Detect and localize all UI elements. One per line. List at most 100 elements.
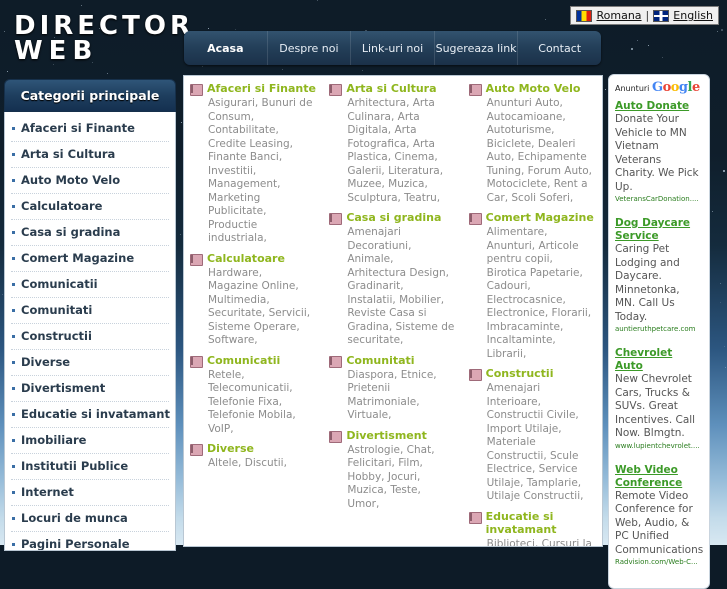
ad-url[interactable]: www.lupientchevrolet.... <box>615 441 703 451</box>
category-block: Constructii Amenajari Interioare, Constru… <box>468 367 596 504</box>
sidebar-item-pagini-personale[interactable]: Pagini Personale <box>11 532 169 550</box>
category-link[interactable]: Comunicatii <box>190 353 317 368</box>
category-link[interactable]: Diverse <box>190 442 317 456</box>
category-block: Auto Moto Velo Anunturi Auto, Autocamioan… <box>468 82 596 205</box>
uk-flag-icon <box>653 9 670 22</box>
category-title: Comert Magazine <box>485 211 594 224</box>
category-subcategories[interactable]: Amenajari Interioare, Constructii Civile… <box>469 382 596 504</box>
category-subcategories[interactable]: Arhitectura, Arta Culinara, Arta Digital… <box>329 97 456 205</box>
ad-title-link[interactable]: Chevrolet Auto <box>615 347 703 373</box>
folder-icon <box>468 511 482 524</box>
ads-header: Anunturi Google <box>615 80 703 95</box>
sidebar-item-institutii-publice[interactable]: Institutii Publice <box>11 454 169 480</box>
nav-item-contact[interactable]: Contact <box>518 31 601 65</box>
folder-icon <box>190 253 203 266</box>
category-link[interactable]: Constructii <box>468 367 596 381</box>
ad-url[interactable]: auntieruthpetcare.com <box>615 324 703 334</box>
category-block: Diverse Altele, Discutii, <box>190 442 317 471</box>
folder-icon <box>190 443 203 456</box>
ad-item: Auto Donate Donate Your Vehicle to MN Vie… <box>615 100 703 204</box>
sidebar-item-divertisment[interactable]: Divertisment <box>11 376 169 402</box>
sidebar-item-afaceri-si-finante[interactable]: Afaceri si Finante <box>11 116 169 142</box>
ad-description: Caring Pet Lodging and Daycare. Minneton… <box>615 243 680 323</box>
nav-item-acasa[interactable]: Acasa <box>184 31 268 65</box>
ads-list: Auto Donate Donate Your Vehicle to MN Vie… <box>615 100 703 567</box>
category-link[interactable]: Arta si Cultura <box>329 82 456 96</box>
ad-item: Chevrolet Auto New Chevrolet Cars, Trucks… <box>615 347 703 451</box>
categories-sidebar: Categorii principale Afaceri si Finante A… <box>4 79 176 551</box>
category-link[interactable]: Calculatoare <box>190 252 317 266</box>
category-title: Educatie si invatamant <box>485 509 557 536</box>
folder-icon <box>329 355 343 368</box>
category-block: Comert Magazine Alimentare, Anunturi, Art… <box>468 211 596 361</box>
category-directory-panel: Afaceri si Finante Asigurari, Bunuri de C… <box>183 75 603 547</box>
category-subcategories[interactable]: Diaspora, Etnice, Prietenii Matrimoniale… <box>329 369 456 423</box>
nav-item-sugereaza-link[interactable]: Sugereaza link <box>435 31 519 65</box>
category-title: Casa si gradina <box>346 211 442 224</box>
sidebar-item-constructii[interactable]: Constructii <box>11 324 169 350</box>
category-link[interactable]: Auto Moto Velo <box>468 82 596 96</box>
folder-icon <box>190 355 203 368</box>
category-title: Auto Moto Velo <box>485 82 581 95</box>
category-link[interactable]: Comunitati <box>329 354 456 368</box>
category-column: Afaceri si Finante Asigurari, Bunuri de C… <box>184 76 323 546</box>
category-subcategories[interactable]: Hardware, Magazine Online, Multimedia, S… <box>190 267 317 348</box>
folder-icon <box>329 83 343 96</box>
folder-icon <box>468 212 482 225</box>
category-subcategories[interactable]: Altele, Discutii, <box>190 457 317 471</box>
category-block: Casa si gradina Amenajari Decoratiuni, An… <box>329 211 456 348</box>
nav-item-link-uri-noi[interactable]: Link-uri noi <box>351 31 435 65</box>
sidebar-item-auto-moto-velo[interactable]: Auto Moto Velo <box>11 168 169 194</box>
folder-icon <box>468 368 482 381</box>
category-block: Comunicatii Retele, Telecomunicatii, Tele… <box>190 354 317 437</box>
category-block: Afaceri si Finante Asigurari, Bunuri de C… <box>190 82 317 246</box>
category-subcategories[interactable]: Anunturi Auto, Autocamioane, Autoturisme… <box>469 97 596 205</box>
ad-title-link[interactable]: Web Video Conference <box>615 464 703 490</box>
category-link[interactable]: Divertisment <box>329 428 456 443</box>
site-logo[interactable]: DIRECTOR WEB <box>14 13 194 64</box>
folder-icon <box>329 430 343 443</box>
language-separator: | <box>645 9 650 22</box>
ad-item: Dog Daycare Service Caring Pet Lodging an… <box>615 217 703 334</box>
sidebar-item-casa-si-gradina[interactable]: Casa si gradina <box>11 220 169 246</box>
sidebar-item-internet[interactable]: Internet <box>11 480 169 506</box>
category-title: Divertisment <box>346 428 427 442</box>
category-subcategories[interactable]: Biblioteci, Cursuri la distanta, Gradini… <box>469 538 596 547</box>
language-english-link[interactable]: English <box>673 9 713 22</box>
category-subcategories[interactable]: Asigurari, Bunuri de Consum, Contabilita… <box>190 97 317 246</box>
ads-header-label: Anunturi <box>615 84 650 93</box>
category-link[interactable]: Comert Magazine <box>468 211 596 225</box>
category-title: Diverse <box>207 442 254 455</box>
google-ads-panel: Anunturi Google Auto Donate Donate Your V… <box>608 74 710 589</box>
sidebar-item-educatie-si-invatamant[interactable]: Educatie si invatamant <box>11 402 170 428</box>
category-subcategories[interactable]: Astrologie, Chat, Felicitari, Film, Hobb… <box>329 444 456 512</box>
category-subcategories[interactable]: Retele, Telecomunicatii, Telefonie Fixa,… <box>190 369 317 437</box>
language-selector[interactable]: Romana | English <box>570 6 719 25</box>
sidebar-item-locuri-de-munca[interactable]: Locuri de munca <box>11 506 169 532</box>
language-romana-link[interactable]: Romana <box>596 9 641 22</box>
main-navigation[interactable]: Acasa Despre noi Link-uri noi Sugereaza lin… <box>184 31 601 65</box>
category-title: Comunicatii <box>207 353 281 367</box>
category-subcategories[interactable]: Amenajari Decoratiuni, Animale, Arhitect… <box>329 226 456 348</box>
sidebar-title: Categorii principale <box>4 79 176 112</box>
ad-title-link[interactable]: Dog Daycare Service <box>615 217 703 243</box>
category-link[interactable]: Afaceri si Finante <box>190 82 317 96</box>
nav-item-despre-noi[interactable]: Despre noi <box>268 31 352 65</box>
category-block: Arta si Cultura Arhitectura, Arta Culinar… <box>329 82 456 205</box>
ad-title-link[interactable]: Auto Donate <box>615 100 703 113</box>
ad-url[interactable]: Radvision.com/Web-C... <box>615 557 703 567</box>
google-logo: Google <box>651 80 700 95</box>
ad-url[interactable]: VeteransCarDonation.... <box>615 194 703 204</box>
sidebar-item-comunitati[interactable]: Comunitati <box>11 298 169 324</box>
category-link[interactable]: Educatie si invatamant <box>468 509 596 536</box>
category-columns: Afaceri si Finante Asigurari, Bunuri de C… <box>184 76 602 547</box>
sidebar-item-comunicatii[interactable]: Comunicatii <box>11 272 169 298</box>
category-link[interactable]: Casa si gradina <box>329 211 456 225</box>
sidebar-item-diverse[interactable]: Diverse <box>11 350 169 376</box>
folder-icon <box>329 212 343 225</box>
sidebar-item-comert-magazine[interactable]: Comert Magazine <box>11 246 169 272</box>
sidebar-item-calculatoare[interactable]: Calculatoare <box>11 194 169 220</box>
sidebar-item-arta-si-cultura[interactable]: Arta si Cultura <box>11 142 169 168</box>
sidebar-item-imobiliare[interactable]: Imobiliare <box>11 428 169 454</box>
category-subcategories[interactable]: Alimentare, Anunturi, Articole pentru co… <box>469 226 596 361</box>
